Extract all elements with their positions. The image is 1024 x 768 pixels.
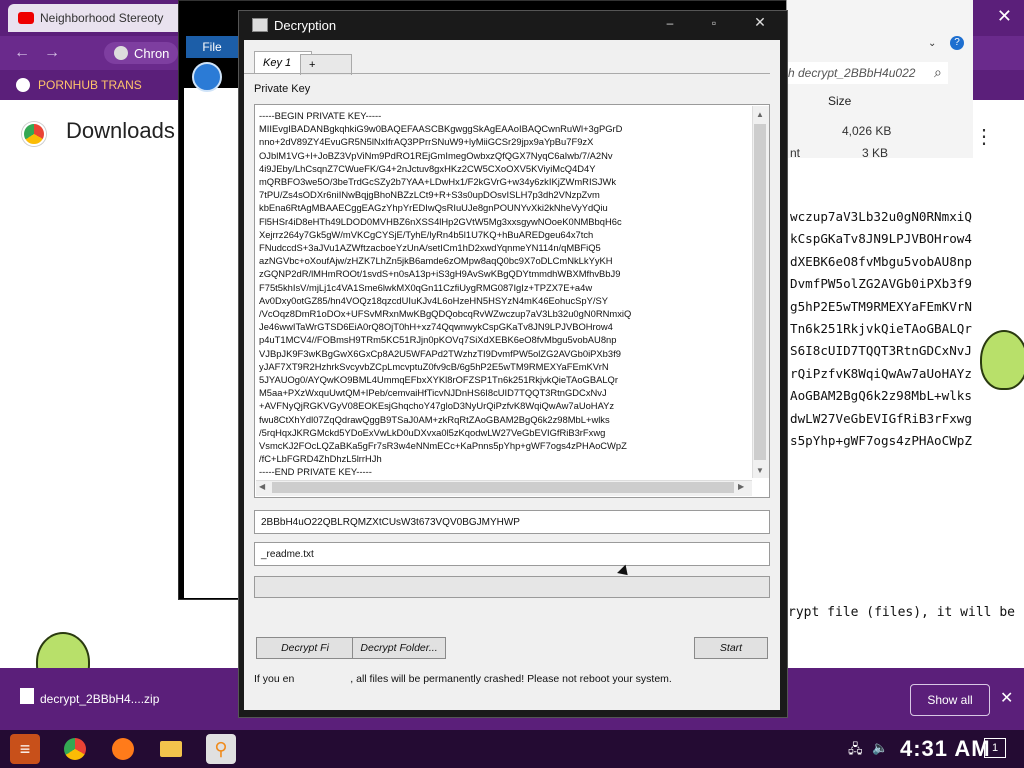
start-button-icon[interactable]: ≡: [10, 734, 40, 764]
dialog-title: Decryption: [274, 18, 337, 33]
chrome-icon[interactable]: [60, 734, 90, 764]
tab-add[interactable]: +: [300, 54, 352, 75]
scrollbar-thumb[interactable]: [272, 482, 734, 493]
tab-divider: [244, 73, 770, 74]
decrypt-folder-button[interactable]: Decrypt Folder...: [352, 637, 446, 659]
volume-icon[interactable]: 🔈: [872, 740, 888, 756]
back-arrow-icon[interactable]: [192, 62, 222, 92]
zip-file-icon: [20, 688, 34, 704]
more-menu-icon[interactable]: ⋮: [974, 124, 994, 149]
chrome-logo-icon: [22, 122, 46, 146]
search-icon[interactable]: ⌕: [934, 64, 942, 81]
youtube-icon: [18, 12, 34, 24]
close-icon[interactable]: ✕: [997, 6, 1012, 27]
back-arrow-icon[interactable]: ←: [14, 44, 30, 62]
minimize-button[interactable]: ‒: [650, 16, 690, 36]
maximize-button[interactable]: ▫: [694, 16, 734, 36]
size-column-header[interactable]: Size: [828, 94, 851, 108]
decrypt-file-button[interactable]: Decrypt Fi: [256, 637, 354, 659]
explorer-search-box[interactable]: h decrypt_2BBbH4u022: [788, 62, 948, 84]
firefox-icon[interactable]: [108, 734, 138, 764]
notification-icon[interactable]: 1: [984, 738, 1006, 758]
download-item[interactable]: decrypt_2BBbH4....zip: [40, 692, 159, 706]
globe-icon: [16, 78, 30, 92]
help-icon[interactable]: ?: [950, 36, 964, 50]
browser-tab[interactable]: Neighborhood Stereoty: [8, 4, 198, 32]
key-id-field[interactable]: 2BBbH4uO22QBLRQMZXtCUsW3t673VQV0BGJMYHWP: [254, 510, 770, 534]
scrollbar-thumb[interactable]: [754, 124, 766, 460]
scroll-down-icon[interactable]: ▼: [756, 466, 764, 475]
chrome-icon: [114, 46, 128, 60]
file-menu[interactable]: File: [186, 36, 238, 58]
readme-footer-text: rypt file (files), it will be: [788, 605, 1015, 620]
readme-text: wczup7aV3Lb32u0gN0RNmxiQ kCspGKaTv8JN9LPJ…: [790, 209, 972, 449]
close-button[interactable]: ✕: [740, 14, 780, 34]
page-title: Downloads: [66, 118, 175, 143]
file-size: 4,026 KB: [842, 124, 892, 138]
address-text: Chron: [134, 45, 170, 61]
start-button[interactable]: Start: [694, 637, 768, 659]
network-icon[interactable]: 🖧: [848, 740, 863, 762]
taskbar: [0, 730, 1024, 768]
progress-bar: [254, 576, 770, 598]
browser-tab-title: Neighborhood Stereoty: [40, 11, 164, 25]
scroll-up-icon[interactable]: ▲: [756, 110, 764, 119]
private-key-label: Private Key: [254, 83, 311, 95]
forward-arrow-icon[interactable]: →: [44, 44, 60, 62]
address-bar[interactable]: Chron: [104, 42, 178, 64]
show-all-button[interactable]: Show all: [910, 684, 990, 716]
chevron-down-icon[interactable]: ⌄: [928, 38, 936, 49]
folder-icon[interactable]: [156, 734, 186, 764]
private-key-text[interactable]: -----BEGIN PRIVATE KEY----- MIIEvgIBADAN…: [259, 109, 749, 477]
close-icon[interactable]: ✕: [1000, 688, 1013, 708]
scroll-right-icon[interactable]: ▶: [738, 482, 744, 491]
system-clock[interactable]: 4:31 AM: [900, 736, 991, 762]
scroll-left-icon[interactable]: ◀: [259, 482, 265, 491]
explorer-nav-pane: [184, 88, 244, 598]
warning-text: If you en, all files will be permanently…: [254, 673, 672, 685]
search-icon[interactable]: ⚲: [206, 734, 236, 764]
cartoon-character-image: [980, 330, 1024, 390]
bookmark-item[interactable]: PORNHUB TRANS: [38, 78, 142, 92]
search-text: h decrypt_2BBbH4u022: [788, 66, 916, 80]
file-name-field[interactable]: _readme.txt: [254, 542, 770, 566]
app-window-icon: [252, 18, 268, 32]
